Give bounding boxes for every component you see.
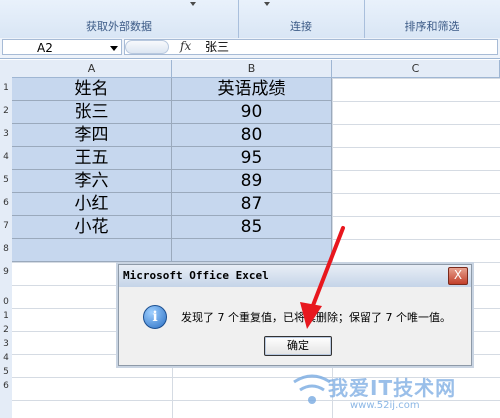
row-header[interactable]: 1	[0, 83, 12, 93]
cell-a8[interactable]	[12, 239, 172, 262]
chevron-down-icon[interactable]	[110, 46, 118, 51]
cell-b2[interactable]: 90	[172, 101, 332, 124]
cell-b4[interactable]: 95	[172, 147, 332, 170]
cell-b6[interactable]: 87	[172, 193, 332, 216]
row-header[interactable]: 3	[0, 129, 12, 139]
row-header[interactable]: 6	[0, 381, 12, 391]
cell-b1[interactable]: 英语成绩	[172, 78, 332, 101]
chevron-down-icon	[190, 2, 196, 6]
row-header[interactable]: 2	[0, 106, 12, 116]
chevron-down-icon	[264, 2, 270, 6]
ribbon-group-get-external-data[interactable]: 获取外部数据	[0, 0, 239, 38]
row-header[interactable]: 2	[0, 325, 12, 335]
row-header[interactable]: 5	[0, 175, 12, 185]
formula-bar: A2 fx 张三	[0, 38, 500, 59]
formula-value: 张三	[205, 40, 230, 54]
formula-input[interactable]: fx 张三	[124, 39, 498, 55]
row-header[interactable]: 1	[0, 311, 12, 321]
name-box-value: A2	[37, 41, 53, 55]
column-header-b[interactable]: B	[172, 60, 332, 78]
cell-a6[interactable]: 小红	[12, 193, 172, 216]
function-icon[interactable]: fx	[180, 39, 191, 53]
row-header[interactable]: 4	[0, 152, 12, 162]
column-header-c[interactable]: C	[332, 60, 500, 78]
info-icon: i	[143, 305, 167, 329]
cell-b7[interactable]: 85	[172, 216, 332, 239]
cell-b8[interactable]	[172, 239, 332, 262]
name-box[interactable]: A2	[2, 39, 122, 55]
expand-formula-handle[interactable]	[125, 40, 169, 54]
duplicate-removal-dialog: Microsoft Office Excel X i 发现了 7 个重复值，已将…	[118, 264, 472, 366]
ribbon-group-label: 获取外部数据	[86, 20, 152, 33]
gridline	[332, 78, 333, 418]
cell-a2[interactable]: 张三	[12, 101, 172, 124]
ribbon-group-sort-filter[interactable]: 排序和筛选	[364, 0, 500, 38]
row-header[interactable]: 9	[0, 267, 12, 277]
cell-a1[interactable]: 姓名	[12, 78, 172, 101]
cell-a3[interactable]: 李四	[12, 124, 172, 147]
row-header[interactable]: 6	[0, 198, 12, 208]
dialog-message: 发现了 7 个重复值，已将其删除；保留了 7 个唯一值。	[181, 311, 451, 324]
cell-a5[interactable]: 李六	[12, 170, 172, 193]
ribbon-group-connections[interactable]: 连接	[238, 0, 365, 38]
cell-b3[interactable]: 80	[172, 124, 332, 147]
cell-a7[interactable]: 小花	[12, 216, 172, 239]
row-header[interactable]: 7	[0, 221, 12, 231]
close-icon[interactable]: X	[448, 267, 468, 285]
ribbon: 获取外部数据 连接 排序和筛选	[0, 0, 500, 39]
column-header-a[interactable]: A	[12, 60, 172, 78]
row-header[interactable]: 4	[0, 353, 12, 363]
row-header[interactable]: 8	[0, 244, 12, 254]
dialog-title: Microsoft Office Excel	[123, 269, 269, 282]
cell-a4[interactable]: 王五	[12, 147, 172, 170]
ribbon-group-label: 连接	[290, 20, 312, 33]
row-header[interactable]: 0	[0, 297, 12, 307]
cell-b5[interactable]: 89	[172, 170, 332, 193]
ribbon-group-label: 排序和筛选	[404, 20, 460, 33]
row-header[interactable]: 3	[0, 339, 12, 349]
ok-button[interactable]: 确定	[264, 336, 332, 356]
dialog-title-bar[interactable]: Microsoft Office Excel X	[119, 265, 471, 287]
row-header[interactable]: 5	[0, 367, 12, 377]
